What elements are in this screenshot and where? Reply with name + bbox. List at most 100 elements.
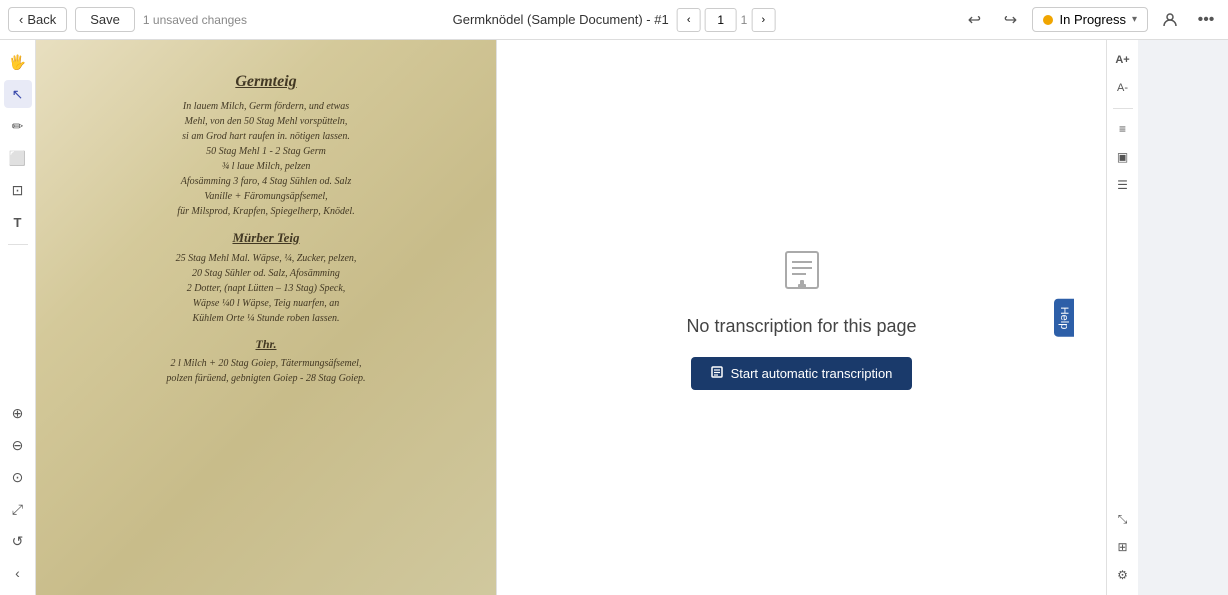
unsaved-changes-label: 1 unsaved changes (143, 13, 247, 27)
rect-icon: ⬜ (9, 150, 26, 167)
zoom-in-button[interactable]: ⊕ (4, 399, 32, 427)
chevron-down-icon: ‹ (15, 565, 20, 581)
scroll-down-button[interactable]: ‹ (4, 559, 32, 587)
back-label: Back (27, 12, 56, 27)
user-icon (1162, 12, 1178, 28)
settings-button[interactable]: ⚙ (1111, 563, 1135, 587)
text-icon: T (14, 215, 22, 230)
viewer-wrapper: Germteig In lauem Milch, Germ fördern, u… (36, 40, 1106, 595)
status-button[interactable]: In Progress ▾ (1032, 7, 1148, 32)
right-tool-separator (1113, 108, 1133, 109)
cursor-icon: ↖ (12, 86, 24, 103)
user-icon-button[interactable] (1156, 6, 1184, 34)
ms-line-6: Afosämming 3 faro, 4 Stag Sühlen od. Sal… (181, 174, 351, 189)
zoom-out-button[interactable]: ⊖ (4, 431, 32, 459)
zoom-out-icon: ⊖ (12, 437, 24, 454)
topbar: ‹ Back Save 1 unsaved changes Germknödel… (0, 0, 1228, 40)
ms-line-12: Wäpse ¼0 l Wäpse, Teig nuarfen, an (193, 296, 340, 311)
hand-tool-button[interactable]: 🖐 (4, 48, 32, 76)
back-chevron-icon: ‹ (19, 12, 23, 27)
no-transcription-label: No transcription for this page (686, 316, 916, 337)
start-transcription-label: Start automatic transcription (731, 366, 893, 381)
left-toolbar: 🖐 ↖ ✏ ⬜ ⊡ T ⊕ ⊖ ⊙ ⤢ ↺ (0, 40, 36, 595)
rotate-icon: ↺ (12, 533, 24, 550)
next-page-button[interactable]: › (751, 8, 775, 32)
font-increase-icon: A+ (1115, 54, 1129, 66)
text-align-button[interactable]: ≡ (1111, 117, 1135, 141)
transcribe-icon (711, 365, 725, 379)
more-options-icon: ••• (1198, 11, 1215, 29)
font-decrease-button[interactable]: A- (1111, 76, 1135, 100)
tool-separator (8, 244, 28, 245)
page-separator: 1 (741, 13, 748, 27)
ms-line-5: ¾ l laue Milch, pelzen (222, 159, 311, 174)
font-increase-button[interactable]: A+ (1111, 48, 1135, 72)
crop-icon: ⊡ (12, 182, 24, 199)
manuscript-text: Germteig In lauem Milch, Germ fördern, u… (59, 68, 473, 568)
main-layout: 🖐 ↖ ✏ ⬜ ⊡ T ⊕ ⊖ ⊙ ⤢ ↺ (0, 40, 1228, 595)
list-icon: ☰ (1117, 178, 1128, 192)
fullscreen-button[interactable]: ⤡ (1111, 507, 1135, 531)
ms-subheading-thr: Thr. (255, 334, 276, 354)
start-transcription-button[interactable]: Start automatic transcription (691, 357, 913, 390)
back-button[interactable]: ‹ Back (8, 7, 67, 32)
right-toolbar: A+ A- ≡ ▣ ☰ ⤡ ⊞ ⚙ (1106, 40, 1138, 595)
ms-line-7: Vanille + Färomungsäpfsemel, (204, 189, 327, 204)
expand-button[interactable]: ⤢ (4, 495, 32, 523)
crop-tool-button[interactable]: ⊡ (4, 176, 32, 204)
document-image-area: Germteig In lauem Milch, Germ fördern, u… (36, 40, 496, 595)
document-title-text: Germknödel (Sample Document) - #1 (453, 12, 669, 27)
ms-line-1: In lauem Milch, Germ fördern, und etwas (183, 99, 349, 114)
fullscreen-icon: ⤡ (1118, 512, 1128, 527)
undo-button[interactable]: ↩ (960, 6, 988, 34)
fit-view-icon: ⊙ (12, 469, 24, 486)
ms-line-14: 2 l Milch + 20 Stag Goiep, Tätermungsäfs… (171, 356, 362, 371)
hand-icon: 🖐 (9, 54, 26, 71)
ms-line-4: 50 Stag Mehl 1 - 2 Stag Germ (206, 144, 326, 159)
status-dot-icon (1043, 15, 1053, 25)
align-icon: ≡ (1119, 122, 1126, 136)
prev-page-button[interactable]: ‹ (677, 8, 701, 32)
expand-icon: ⤢ (12, 501, 23, 518)
status-label: In Progress (1059, 12, 1125, 27)
ms-line-15: polzen fürüend, gebnigten Goiep - 28 Sta… (166, 371, 365, 386)
more-options-button[interactable]: ••• (1192, 6, 1220, 34)
no-transcription-container: No transcription for this page Start aut… (686, 246, 916, 390)
help-tab[interactable]: Help (1054, 298, 1074, 337)
page-navigation: ‹ 1 › (677, 8, 776, 32)
redo-button[interactable]: ↪ (996, 6, 1024, 34)
document-title: Germknödel (Sample Document) - #1 ‹ 1 › (453, 8, 776, 32)
ms-heading-germteig: Germteig (235, 68, 296, 95)
ms-line-11: 2 Dotter, (napt Lütten – 13 Stag) Speck, (187, 281, 346, 296)
rect-tool-button[interactable]: ⬜ (4, 144, 32, 172)
ms-line-13: Kühlem Orte ¼ Stunde roben lassen. (192, 311, 339, 326)
rotate-button[interactable]: ↺ (4, 527, 32, 555)
ms-line-2: Mehl, von den 50 Stag Mehl vorspütteln, (185, 114, 348, 129)
list-view-button[interactable]: ☰ (1111, 173, 1135, 197)
cursor-tool-button[interactable]: ↖ (4, 80, 32, 108)
ms-line-3: si am Grod hart raufen in. nötigen lasse… (182, 129, 350, 144)
ms-line-9: 25 Stag Mehl Mal. Wäpse, ¼, Zucker, pelz… (176, 251, 357, 266)
ms-line-10: 20 Stag Sühler od. Salz, Afosämming (192, 266, 340, 281)
font-decrease-icon: A- (1117, 82, 1128, 94)
ms-subheading-muerber: Mürber Teig (232, 227, 299, 249)
grid-icon: ⊞ (1117, 540, 1127, 554)
manuscript-page: Germteig In lauem Milch, Germ fördern, u… (36, 40, 496, 595)
pen-tool-button[interactable]: ✏ (4, 112, 32, 140)
save-button[interactable]: Save (75, 7, 135, 32)
status-chevron-icon: ▾ (1132, 14, 1137, 25)
text-tool-button[interactable]: T (4, 208, 32, 236)
page-number-input[interactable] (705, 8, 737, 32)
transcription-panel: No transcription for this page Start aut… (496, 40, 1106, 595)
transcription-icon (711, 365, 725, 382)
panel-icon: ▣ (1117, 150, 1128, 164)
zoom-in-icon: ⊕ (12, 405, 24, 422)
topbar-right: ↩ ↪ In Progress ▾ ••• (960, 6, 1220, 34)
pen-icon: ✏ (12, 118, 24, 135)
fit-view-button[interactable]: ⊙ (4, 463, 32, 491)
grid-button[interactable]: ⊞ (1111, 535, 1135, 559)
text-block-icon (778, 246, 826, 294)
transcription-empty-icon (778, 246, 826, 304)
panel-toggle-button[interactable]: ▣ (1111, 145, 1135, 169)
settings-icon: ⚙ (1117, 568, 1128, 582)
